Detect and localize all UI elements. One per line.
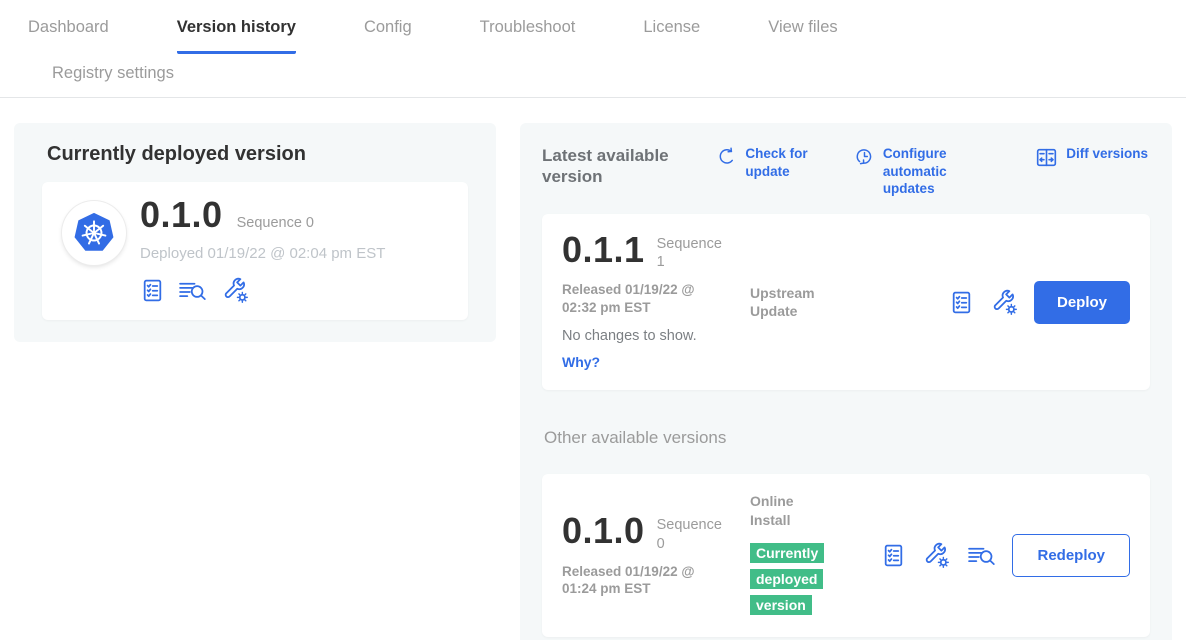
released-timestamp: Released 01/19/22 @ 01:24 pm EST — [562, 563, 712, 598]
preflight-checks-icon[interactable] — [881, 543, 906, 568]
sequence-label: Sequence 0 — [237, 215, 314, 231]
preflight-checks-icon[interactable] — [140, 278, 165, 303]
source-label: Upstream Update — [750, 284, 836, 320]
configure-automatic-updates-label: Configure automatic updates — [883, 145, 1001, 198]
configure-automatic-updates-link[interactable]: Configure automatic updates — [854, 145, 1001, 198]
deploy-logs-icon[interactable] — [178, 278, 209, 303]
sequence-label: Sequence 1 — [657, 232, 723, 273]
other-available-versions-heading: Other available versions — [544, 428, 1150, 448]
tab-config[interactable]: Config — [364, 14, 412, 54]
currently-deployed-badge: Currently deployed version — [750, 543, 824, 615]
changes-note: No changes to show. — [562, 328, 750, 344]
other-version-info: 0.1.0 Sequence 0 Released 01/19/22 @ 01:… — [562, 513, 750, 598]
tab-license[interactable]: License — [643, 14, 700, 54]
version-line: 0.1.0 Sequence 0 — [562, 513, 750, 554]
other-version-source: Online Install Currently deployed versio… — [750, 492, 878, 618]
tab-dashboard[interactable]: Dashboard — [28, 14, 109, 54]
latest-version-info: 0.1.1 Sequence 1 Released 01/19/22 @ 02:… — [562, 232, 750, 373]
deploy-logs-icon[interactable] — [967, 543, 998, 568]
diff-versions-link[interactable]: Diff versions — [1035, 145, 1148, 169]
edit-config-icon[interactable] — [991, 289, 1018, 316]
tab-registry-settings[interactable]: Registry settings — [52, 60, 1186, 83]
kubernetes-logo-icon — [68, 207, 120, 259]
version-number: 0.1.1 — [562, 232, 645, 268]
tab-view-files[interactable]: View files — [768, 14, 837, 54]
deployed-version-card: 0.1.0 Sequence 0 Deployed 01/19/22 @ 02:… — [42, 182, 468, 320]
why-link[interactable]: Why? — [562, 354, 600, 370]
other-card-actions — [881, 542, 998, 569]
deployed-version-info: 0.1.0 Sequence 0 Deployed 01/19/22 @ 02:… — [140, 197, 385, 304]
latest-version-card: 0.1.1 Sequence 1 Released 01/19/22 @ 02:… — [542, 214, 1150, 391]
top-nav: Dashboard Version history Config Trouble… — [0, 0, 1186, 98]
check-for-update-label: Check for update — [745, 145, 819, 180]
version-number: 0.1.0 — [562, 513, 645, 549]
available-versions-panel: Latest available version Check for updat… — [520, 123, 1172, 640]
deployed-card-actions — [140, 277, 385, 304]
deploy-button[interactable]: Deploy — [1034, 281, 1130, 324]
latest-available-heading: Latest available version — [542, 145, 682, 188]
latest-version-source: Upstream Update — [750, 232, 878, 320]
status-badge-wrap: Currently deployed version — [750, 541, 832, 619]
tab-troubleshoot[interactable]: Troubleshoot — [480, 14, 576, 54]
version-line: 0.1.0 Sequence 0 — [140, 197, 385, 233]
refresh-icon — [716, 146, 737, 167]
other-version-card: 0.1.0 Sequence 0 Released 01/19/22 @ 01:… — [542, 474, 1150, 636]
version-line: 0.1.1 Sequence 1 — [562, 232, 750, 273]
main-content: Currently deployed version — [0, 98, 1186, 640]
currently-deployed-panel: Currently deployed version — [14, 123, 496, 342]
nav-row-primary: Dashboard Version history Config Trouble… — [28, 14, 1186, 54]
available-header: Latest available version Check for updat… — [542, 141, 1150, 214]
deployed-timestamp: Deployed 01/19/22 @ 02:04 pm EST — [140, 245, 385, 262]
edit-config-icon[interactable] — [222, 277, 249, 304]
sequence-label: Sequence 0 — [657, 513, 723, 554]
diff-icon — [1035, 146, 1058, 169]
source-label: Online Install — [750, 492, 836, 528]
preflight-checks-icon[interactable] — [949, 290, 974, 315]
redeploy-button[interactable]: Redeploy — [1012, 534, 1130, 577]
currently-deployed-title: Currently deployed version — [47, 143, 478, 166]
app-icon-badge — [62, 201, 126, 265]
nav-row-secondary: Registry settings — [28, 54, 1186, 97]
diff-versions-label: Diff versions — [1066, 145, 1148, 163]
version-number: 0.1.0 — [140, 197, 223, 233]
auto-update-icon — [854, 146, 875, 167]
tab-version-history[interactable]: Version history — [177, 14, 296, 54]
edit-config-icon[interactable] — [923, 542, 950, 569]
check-for-update-link[interactable]: Check for update — [716, 145, 819, 180]
latest-card-actions — [949, 289, 1018, 316]
released-timestamp: Released 01/19/22 @ 02:32 pm EST — [562, 281, 712, 316]
